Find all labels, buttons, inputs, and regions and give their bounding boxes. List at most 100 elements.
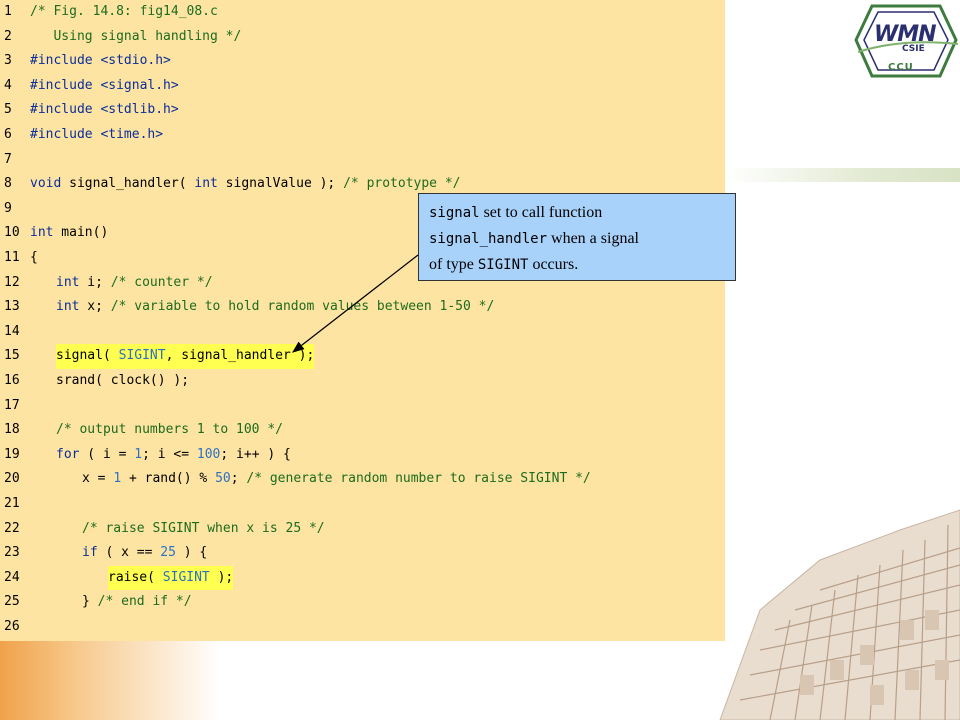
code-token: for: [56, 446, 80, 462]
logo-sub: CSIE: [902, 44, 925, 54]
code-token: int: [56, 274, 80, 290]
line-number: 19: [4, 446, 20, 462]
code-text: #include <stdlib.h>: [30, 98, 179, 123]
code-token: raise(: [108, 569, 163, 585]
code-token: , signal_handler );: [165, 348, 315, 364]
code-text: #include <time.h>: [30, 123, 163, 148]
code-text: srand( clock() );: [56, 369, 189, 394]
code-text: /* Fig. 14.8: fig14_08.c: [30, 0, 218, 25]
code-token: signalValue );: [217, 176, 344, 192]
code-token: /* Fig. 14.8: fig14_08.c: [30, 4, 218, 19]
code-line: 19 for ( i = 1; i <= 100; i++ ) {: [0, 443, 725, 468]
code-token: /* end if */: [97, 594, 192, 610]
code-token: 100: [196, 446, 221, 462]
line-number: 21: [4, 496, 20, 511]
code-line: 17: [0, 394, 725, 419]
code-token: ( x ==: [97, 545, 161, 561]
line-number: 26: [4, 619, 20, 634]
code-line: 15 signal( SIGINT, signal_handler );: [0, 344, 725, 369]
line-number: 22: [4, 520, 20, 536]
line-number: 5: [4, 102, 12, 118]
line-number: 6: [4, 127, 12, 142]
code-token: SIGINT: [162, 569, 210, 585]
callout-box: signal set to call function signal_handl…: [418, 193, 736, 281]
code-line: 20 x = 1 + rand() % 50; /* generate rando…: [0, 467, 725, 492]
code-token: int: [56, 299, 80, 315]
wmn-logo: WMN CSIE CCU: [852, 0, 960, 80]
line-number: 15: [4, 348, 20, 364]
code-text: void signal_handler( int signalValue ); …: [30, 172, 461, 197]
line-number: 13: [4, 299, 20, 315]
code-text: int i; /* counter */: [56, 271, 213, 296]
code-token: /* output numbers 1 to 100 */: [56, 422, 283, 438]
line-number: 12: [4, 274, 20, 290]
code-text: int main(): [30, 221, 108, 246]
code-token: main(): [53, 225, 109, 241]
callout-code-sigint: SIGINT: [477, 257, 529, 273]
line-number: 23: [4, 545, 20, 561]
code-line: 24 raise( SIGINT );: [0, 565, 725, 591]
code-token: /* generate random number to raise SIGIN…: [246, 471, 591, 487]
code-line: 6 #include <time.h>: [0, 123, 725, 148]
line-number: 9: [4, 200, 12, 216]
code-line: 26: [0, 615, 725, 640]
code-token: }: [82, 594, 98, 610]
code-token: x;: [79, 299, 111, 315]
code-token: 1: [134, 446, 143, 462]
line-number: 25: [4, 594, 20, 610]
code-token: /* prototype */: [343, 176, 461, 192]
building-image: [719, 509, 960, 720]
code-token: signal(: [56, 348, 119, 364]
code-token: int: [194, 176, 218, 192]
code-token: #include <stdlib.h>: [30, 102, 179, 118]
code-token: ) {: [175, 545, 208, 561]
line-number: 8: [4, 176, 12, 192]
line-number: 2: [4, 28, 12, 44]
code-text: #include <signal.h>: [30, 74, 179, 99]
code-token: 50: [215, 471, 231, 487]
code-text: #include <stdio.h>: [30, 49, 171, 74]
orange-gradient-decoration: [0, 636, 220, 720]
code-listing-panel: 1 /* Fig. 14.8: fig14_08.c 2 Using signal …: [0, 0, 725, 641]
code-text: /* raise SIGINT when x is 25 */: [82, 517, 325, 542]
code-token: int: [30, 225, 54, 241]
code-line: 16 srand( clock() );: [0, 369, 725, 394]
code-line: 22 /* raise SIGINT when x is 25 */: [0, 517, 725, 542]
code-line: 2 Using signal handling */: [0, 25, 725, 50]
code-line: 3 #include <stdio.h>: [0, 49, 725, 74]
code-token: #include <time.h>: [30, 127, 164, 142]
logo-org: CCU: [888, 62, 914, 73]
callout-text: set to call function: [479, 204, 603, 221]
code-token: signal_handler(: [61, 176, 195, 192]
code-line: 14: [0, 320, 725, 345]
callout-text: occurs.: [528, 256, 579, 273]
code-token: ;: [230, 471, 247, 487]
line-number: 17: [4, 397, 20, 413]
code-token: 25: [160, 545, 176, 561]
code-line: 1 /* Fig. 14.8: fig14_08.c: [0, 0, 725, 25]
code-line: 25} /* end if */: [0, 590, 725, 615]
line-number: 10: [4, 225, 20, 241]
line-number: 14: [4, 323, 20, 339]
code-token: #include <stdio.h>: [30, 53, 171, 69]
code-token: 1: [113, 471, 122, 487]
line-number: 16: [4, 373, 20, 388]
code-token: srand( clock() );: [56, 373, 190, 388]
code-line: 4 #include <signal.h>: [0, 74, 725, 99]
callout-code-signal: signal: [429, 205, 480, 221]
code-token: i;: [79, 274, 111, 290]
code-token: if: [82, 545, 98, 561]
code-text: int x; /* variable to hold random values…: [56, 295, 494, 320]
line-number: 11: [4, 250, 20, 265]
code-line: 23 if ( x == 25 ) {: [0, 541, 725, 566]
code-line: 18 /* output numbers 1 to 100 */: [0, 418, 725, 443]
code-line: 5 #include <stdlib.h>: [0, 98, 725, 123]
code-line: 7: [0, 148, 725, 173]
callout-text: when a signal: [547, 230, 639, 247]
code-token: void: [30, 176, 62, 192]
line-number: 1: [4, 4, 12, 19]
code-token: /* raise SIGINT when x is 25 */: [82, 520, 325, 536]
code-line: 21: [0, 492, 725, 517]
code-text: /* output numbers 1 to 100 */: [56, 418, 283, 443]
line-number: 18: [4, 422, 20, 438]
